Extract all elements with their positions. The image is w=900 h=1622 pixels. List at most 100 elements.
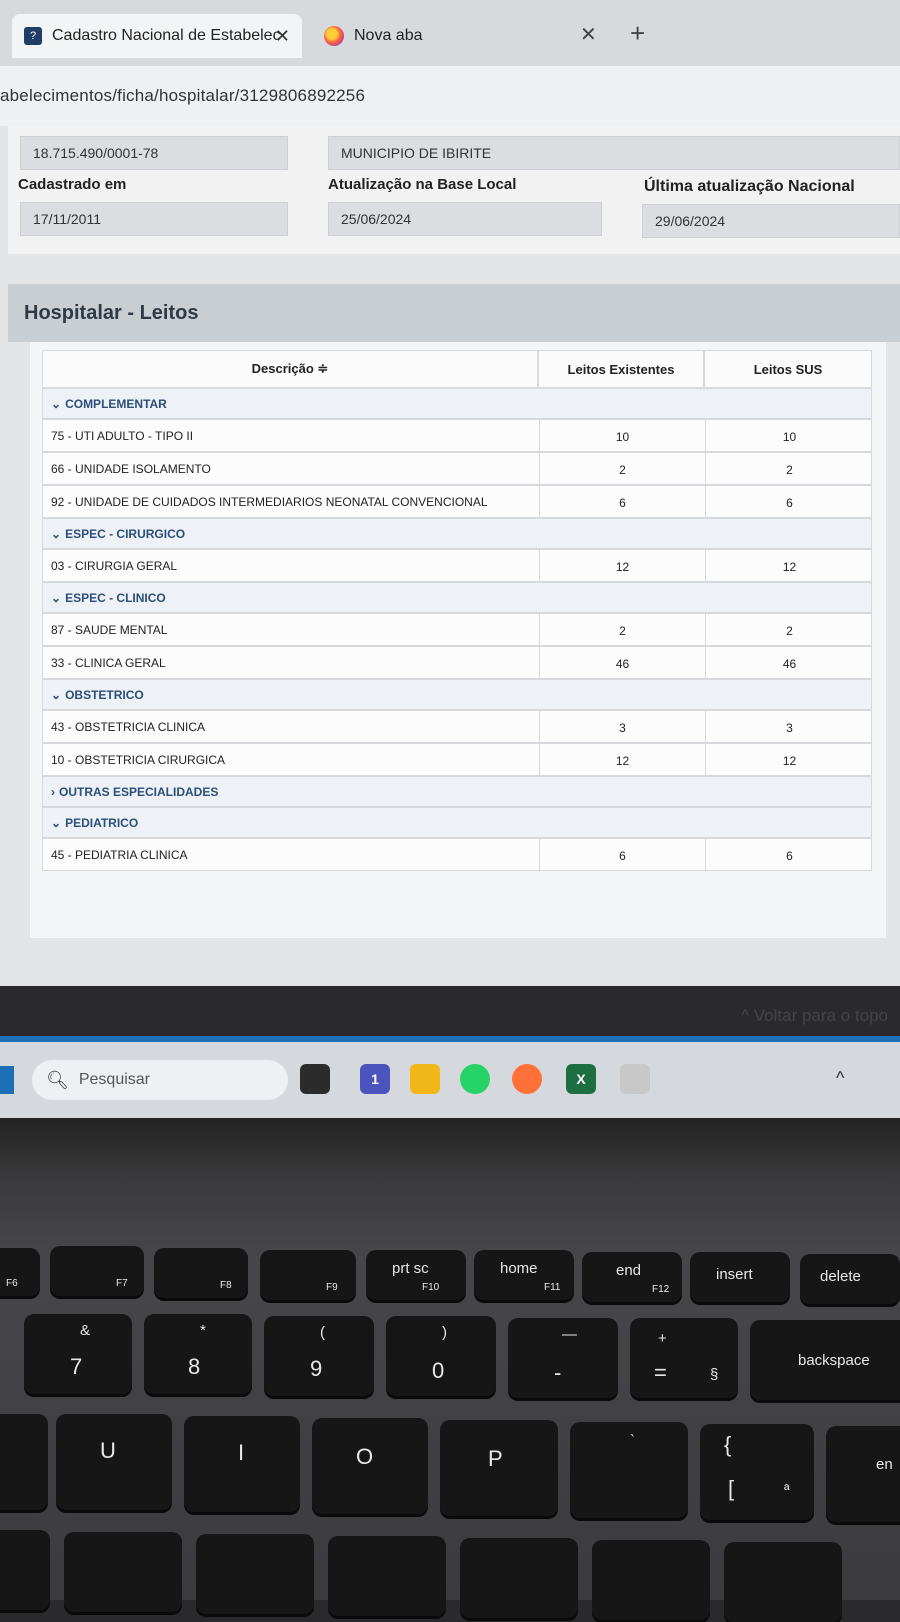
key-0: ) 0 [386, 1316, 496, 1396]
row-leitos-existentes: 12 [539, 744, 705, 777]
group-row[interactable]: ⌄ ESPEC - CLINICO [42, 582, 872, 613]
group-label[interactable]: ⌄ OBSTETRICO [51, 688, 144, 702]
key-label: F9 [326, 1282, 338, 1293]
row-leitos-sus: 46 [705, 647, 873, 680]
group-row[interactable]: › OUTRAS ESPECIALIDADES [42, 776, 872, 807]
key-f6: F6 [0, 1248, 40, 1296]
row-leitos-sus: 6 [705, 839, 873, 872]
row-leitos-sus: 12 [705, 550, 873, 583]
key-f7: F7 [50, 1246, 144, 1296]
tab-cadastro[interactable]: ? Cadastro Nacional de Estabelec ✕ [12, 14, 302, 58]
key-top: ) [442, 1324, 447, 1341]
address-bar[interactable]: abelecimentos/ficha/hospitalar/312980689… [0, 66, 900, 126]
atualizacao-local-field: 25/06/2024 [328, 202, 602, 236]
table-row: 87 - SAUDE MENTAL 2 2 [42, 613, 872, 647]
group-row[interactable]: ⌄ OBSTETRICO [42, 679, 872, 710]
atualizacao-local-label: Atualização na Base Local [328, 176, 517, 193]
back-to-top-link[interactable]: ^ Voltar para o topo [741, 1006, 888, 1026]
row-description: 03 - CIRURGIA GERAL [51, 559, 178, 573]
key-p: P [440, 1420, 558, 1516]
key-label: O [356, 1444, 374, 1469]
key-label: home [500, 1260, 538, 1277]
key-equals: + = § [630, 1318, 738, 1398]
row-leitos-sus: 6 [705, 486, 873, 519]
leitos-table-card: Descrição ≑ Leitos Existentes Leitos SUS… [30, 342, 886, 938]
key-bottom: 8 [188, 1354, 201, 1379]
browser-tab-bar: ? Cadastro Nacional de Estabelec ✕ Nova … [0, 0, 900, 66]
chevron-up-icon[interactable]: ^ [836, 1068, 844, 1089]
group-row[interactable]: ⌄ COMPLEMENTAR [42, 388, 872, 419]
key-delete: delete [800, 1254, 900, 1304]
new-tab-icon[interactable]: + [630, 18, 645, 49]
whatsapp-icon[interactable] [460, 1064, 490, 1094]
chevron-down-icon: ⌄ [51, 816, 62, 830]
row-description: 43 - OBSTETRICIA CLINICA [51, 720, 206, 734]
tab-close-icon[interactable]: ✕ [275, 26, 290, 47]
row-leitos-sus: 3 [705, 711, 873, 744]
firefox-icon[interactable] [512, 1064, 542, 1094]
key-y [0, 1414, 48, 1510]
atualizacao-nacional-label: Última atualização Nacional [644, 178, 855, 195]
row-description: 75 - UTI ADULTO - TIPO II [51, 429, 194, 443]
tools-icon[interactable] [620, 1064, 650, 1094]
row-leitos-existentes: 10 [539, 420, 705, 453]
key-i: I [184, 1416, 300, 1512]
row-leitos-existentes: 6 [539, 486, 705, 519]
row-leitos-existentes: 46 [539, 647, 705, 680]
windows-start-icon[interactable] [0, 1066, 14, 1094]
cnes-favicon-icon: ? [24, 27, 42, 45]
chevron-down-icon: ⌄ [51, 591, 62, 605]
url-text[interactable]: abelecimentos/ficha/hospitalar/312980689… [0, 86, 365, 106]
group-label[interactable]: › OUTRAS ESPECIALIDADES [51, 785, 218, 799]
key-o: O [312, 1418, 428, 1514]
tab-nova-aba[interactable]: Nova aba [320, 14, 650, 58]
group-label[interactable]: ⌄ COMPLEMENTAR [51, 397, 167, 411]
group-label[interactable]: ⌄ ESPEC - CIRURGICO [51, 527, 185, 541]
row-description: 92 - UNIDADE DE CUIDADOS INTERMEDIARIOS … [51, 495, 488, 509]
close-tab-icon[interactable]: ✕ [580, 22, 597, 47]
atualizacao-nacional-field: 29/06/2024 [642, 204, 900, 238]
key-label: en [876, 1456, 893, 1473]
key-label: end [616, 1262, 642, 1279]
search-icon: 🔍︎ [46, 1069, 69, 1090]
key-top: + [658, 1330, 667, 1347]
chevron-right-icon: › [51, 785, 55, 799]
key-extra: § [710, 1366, 719, 1383]
header-descricao[interactable]: Descrição ≑ [42, 350, 538, 388]
table-row: 33 - CLINICA GERAL 46 46 [42, 646, 873, 680]
cadastrado-label: Cadastrado em [18, 176, 127, 193]
table-row: 66 - UNIDADE ISOLAMENTO 2 2 [42, 452, 872, 486]
key-label: P [488, 1446, 503, 1471]
table-row: 10 - OBSTETRICIA CIRURGICA 12 12 [42, 743, 872, 777]
teams-icon[interactable]: 1 [360, 1064, 390, 1094]
section-title: Hospitalar - Leitos [24, 302, 199, 324]
row-leitos-existentes: 12 [539, 550, 705, 583]
row-description: 45 - PEDIATRIA CLINICA [51, 848, 188, 862]
key-home: home F11 [474, 1250, 574, 1300]
key-top: & [80, 1322, 91, 1339]
key-bottom: 9 [310, 1356, 323, 1381]
group-row[interactable]: ⌄ ESPEC - CIRURGICO [42, 518, 872, 549]
group-row[interactable]: ⌄ PEDIATRICO [42, 807, 872, 838]
file-explorer-dark-icon[interactable] [300, 1064, 330, 1094]
row-description: 33 - CLINICA GERAL [51, 656, 166, 670]
windows-taskbar: 🔍︎ Pesquisar 1 X ^ [0, 1042, 900, 1118]
key-8: * 8 [144, 1314, 252, 1394]
key-label: delete [820, 1268, 861, 1285]
key-top: ( [320, 1324, 325, 1341]
key-enter: en [826, 1426, 900, 1522]
folder-icon[interactable] [410, 1064, 440, 1094]
page-content: 18.715.490/0001-78 MUNICIPIO DE IBIRITE … [0, 126, 900, 1025]
row-leitos-existentes: 3 [539, 711, 705, 744]
key-bottom-partial [592, 1540, 710, 1620]
key-bottom: = [654, 1360, 667, 1385]
key-minus: — - [508, 1318, 618, 1398]
group-label[interactable]: ⌄ PEDIATRICO [51, 816, 138, 830]
key-f9: F9 [260, 1250, 356, 1300]
key-extra: ª [784, 1482, 790, 1499]
group-label[interactable]: ⌄ ESPEC - CLINICO [51, 591, 166, 605]
excel-icon[interactable]: X [566, 1064, 596, 1094]
key-label: backspace [798, 1352, 870, 1369]
taskbar-search[interactable]: 🔍︎ Pesquisar [32, 1060, 288, 1100]
key-bottom-partial [0, 1530, 50, 1610]
